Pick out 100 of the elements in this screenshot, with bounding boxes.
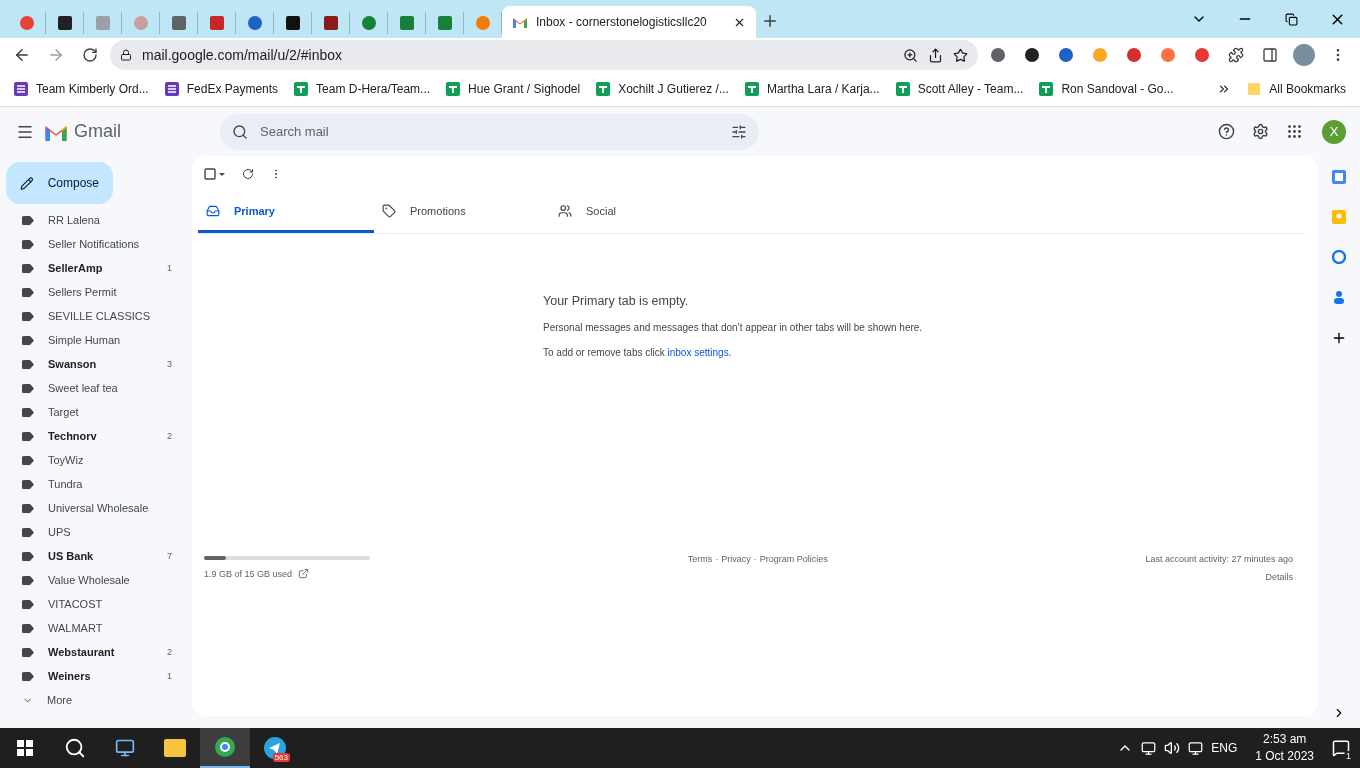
label-item[interactable]: ToyWiz <box>0 448 192 472</box>
tag-icon <box>382 204 396 218</box>
inbox-tab[interactable]: Primary <box>198 192 374 233</box>
label-item[interactable]: Simple Human <box>0 328 192 352</box>
empty-hint: To add or remove tabs click inbox settings. <box>543 347 733 358</box>
new-tab-icon[interactable] <box>761 12 779 30</box>
label-item[interactable]: SEVILLE CLASSICS <box>0 304 192 328</box>
select-checkbox[interactable] <box>204 168 226 180</box>
label-icon <box>22 407 34 417</box>
browser-icon[interactable] <box>214 736 236 758</box>
inbox-tab[interactable]: Promotions <box>374 192 550 233</box>
label-icon <box>22 647 34 657</box>
refresh-icon[interactable] <box>242 168 254 180</box>
paper-plane-icon[interactable] <box>264 737 286 759</box>
bookmark[interactable]: Xochilt J Gutierez /... <box>596 82 729 96</box>
label-icon <box>22 455 34 465</box>
restore-icon[interactable] <box>1284 12 1298 26</box>
unread-count: 7 <box>167 551 172 561</box>
apps-grid-icon[interactable] <box>1285 123 1303 140</box>
label-item[interactable]: Seller Notifications <box>0 232 192 256</box>
windows-start-icon[interactable] <box>17 740 33 756</box>
more-labels-item[interactable]: More <box>0 688 192 712</box>
label-icon <box>22 359 34 369</box>
label-item[interactable]: SellerAmp 1 <box>0 256 192 280</box>
details-link[interactable]: Details <box>1265 572 1293 582</box>
forms-icon <box>164 82 179 96</box>
network-icon[interactable] <box>1188 740 1204 756</box>
browser-tab[interactable]: Inbox - cornerstonelogisticsllc20 <box>502 6 756 38</box>
inbox-tab[interactable]: Social <box>550 192 726 233</box>
label-item[interactable]: Technorv 2 <box>0 424 192 448</box>
filter-icon[interactable] <box>731 123 747 140</box>
bookmark[interactable]: Team D-Hera/Team... <box>294 82 431 96</box>
forward-icon[interactable] <box>47 46 65 64</box>
bookmark[interactable]: Ron Sandoval - Go... <box>1039 82 1174 96</box>
label-icon <box>22 335 34 345</box>
bookmark[interactable]: Martha Lara / Karja... <box>744 82 880 96</box>
label-item[interactable]: UPS <box>0 520 192 544</box>
search-input[interactable]: Search mail <box>258 123 721 140</box>
volume-icon[interactable] <box>1164 740 1181 756</box>
bookmark[interactable]: FedEx Payments <box>164 82 279 96</box>
inbox-settings-link[interactable]: inbox settings <box>667 347 729 358</box>
label-item[interactable]: RR Lalena <box>0 208 192 232</box>
folder-icon <box>1247 82 1262 96</box>
language-indicator[interactable]: ENG <box>1211 741 1238 755</box>
share-icon[interactable] <box>928 47 943 63</box>
search-bar[interactable]: Search mail <box>220 113 759 150</box>
unread-count: 1 <box>167 263 172 273</box>
footer-link[interactable]: Program Policies <box>759 554 828 564</box>
extensions-icon[interactable] <box>1228 47 1244 63</box>
extension-icon[interactable] <box>1024 47 1040 63</box>
clock[interactable]: 2:53 am 1 Oct 2023 <box>1255 731 1314 765</box>
bookmark-folder[interactable]: All Bookmarks <box>1247 82 1346 96</box>
zoom-icon[interactable] <box>903 47 918 63</box>
label-item[interactable]: Value Wholesale <box>0 568 192 592</box>
account-activity: Last account activity: 27 minutes ago <box>1145 554 1293 564</box>
search-icon[interactable] <box>64 737 86 759</box>
label-item[interactable]: VITACOST <box>0 592 192 616</box>
settings-icon[interactable] <box>1251 123 1269 140</box>
label-icon <box>22 551 34 561</box>
spreadsheet-icon <box>1039 82 1054 96</box>
unread-count: 2 <box>167 647 172 657</box>
label-item[interactable]: US Bank 7 <box>0 544 192 568</box>
site-favicon-icon[interactable] <box>284 15 301 31</box>
label-item[interactable]: Swanson 3 <box>0 352 192 376</box>
address-bar[interactable]: mail.google.com/mail/u/2/#inbox <box>110 40 978 70</box>
footer-link[interactable]: Privacy <box>721 554 751 564</box>
site-favicon-icon[interactable] <box>56 15 73 31</box>
reload-icon[interactable] <box>82 47 98 63</box>
separator: · <box>715 554 719 564</box>
label-item[interactable]: Sellers Permit <box>0 280 192 304</box>
side-panel-icon[interactable] <box>1262 47 1278 63</box>
label-item[interactable]: WALMART <box>0 616 192 640</box>
site-favicon-icon[interactable] <box>322 15 339 31</box>
notifications-button[interactable]: 1 <box>1332 739 1350 757</box>
computer-icon[interactable] <box>115 738 135 758</box>
add-icon[interactable] <box>1331 330 1347 346</box>
bookmark[interactable]: Hue Grant / Sighodel <box>446 82 581 96</box>
bookmark[interactable]: Team Kimberly Ord... <box>14 82 149 96</box>
label-item[interactable]: Webstaurant 2 <box>0 640 192 664</box>
external-link-icon[interactable] <box>298 568 310 579</box>
bookmark[interactable]: Scott Alley - Team... <box>895 82 1024 96</box>
compose-button[interactable]: Compose <box>6 162 113 204</box>
label-item[interactable]: Weiners 1 <box>0 664 192 688</box>
label-item[interactable]: Sweet leaf tea <box>0 376 192 400</box>
label-item[interactable]: Tundra <box>0 472 192 496</box>
separator: · <box>753 554 757 564</box>
label-icon <box>22 431 34 441</box>
inbox-icon <box>206 204 220 218</box>
back-icon[interactable] <box>13 46 31 64</box>
contacts-icon[interactable] <box>1332 290 1346 304</box>
footer-link[interactable]: Terms <box>687 554 713 564</box>
label-item[interactable]: Target <box>0 400 192 424</box>
star-icon[interactable] <box>953 47 968 63</box>
extension-icon[interactable] <box>990 47 1006 63</box>
help-icon[interactable] <box>1217 123 1235 140</box>
profile-avatar-icon[interactable] <box>1293 44 1315 66</box>
search-icon[interactable] <box>232 123 248 140</box>
label-icon <box>22 671 34 681</box>
label-icon <box>22 527 34 537</box>
label-item[interactable]: Universal Wholesale <box>0 496 192 520</box>
